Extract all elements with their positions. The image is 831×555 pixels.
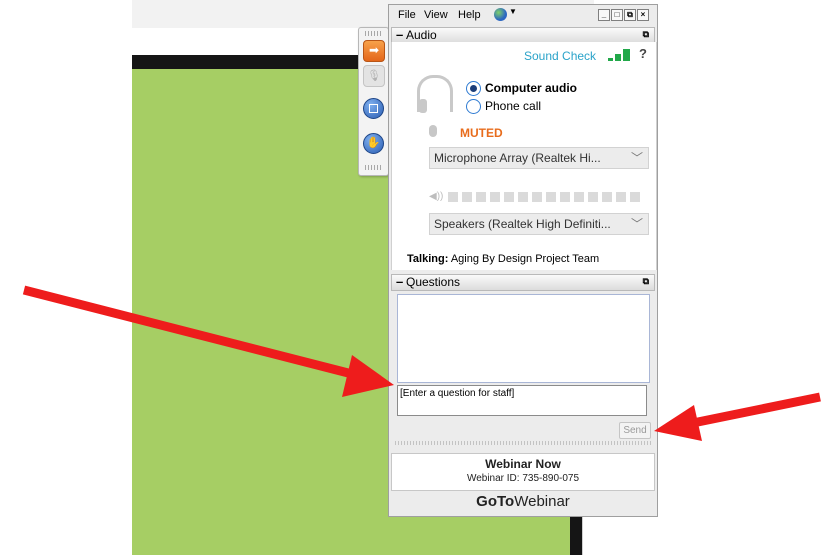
red-arrow-left [22,285,394,397]
red-arrow-right [654,392,821,441]
annotation-arrows [22,285,821,441]
